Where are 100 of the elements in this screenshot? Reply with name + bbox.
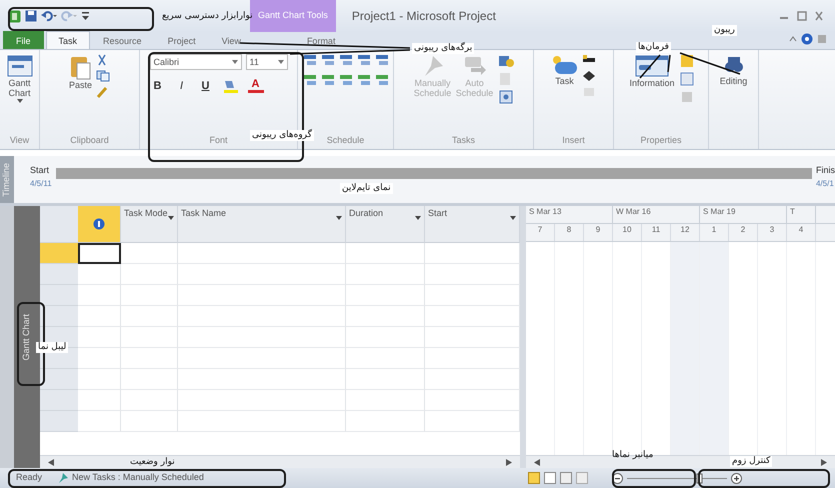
note-icon[interactable] (680, 54, 694, 68)
horizontal-scrollbar[interactable] (40, 455, 520, 468)
close-icon[interactable] (815, 11, 823, 21)
timeline-add-icon[interactable] (680, 90, 694, 104)
table-cell[interactable] (78, 243, 121, 264)
scroll-left-icon[interactable] (534, 458, 540, 466)
resource-sheet-icon[interactable] (576, 472, 588, 484)
timescale-day: 4 (787, 224, 816, 241)
column-header[interactable] (78, 206, 121, 243)
annotation-label: نوارابزار دسترسی سریع (161, 11, 254, 22)
annotation-tooltip: فرمان‌ها (636, 42, 671, 53)
timescale-day: 3 (758, 224, 787, 241)
scroll-left-icon[interactable] (48, 458, 54, 466)
timescale-day: 7 (526, 224, 555, 241)
column-header[interactable]: Start (428, 208, 448, 240)
question-icon[interactable] (498, 90, 514, 104)
window-title: Project1 - Microsoft Project (352, 8, 497, 25)
undo-icon[interactable] (41, 10, 57, 22)
bold-button[interactable]: B (150, 78, 166, 94)
timescale-week: W Mar 16 (613, 206, 700, 223)
timeline-start-label: Start (30, 164, 50, 177)
annotation-tooltip: برگه‌های ریبونی (412, 43, 474, 54)
milestone-icon[interactable] (582, 70, 596, 82)
annotation-tooltip: گروه‌های ریبونی (250, 130, 314, 141)
ribbon-tab[interactable]: View (208, 31, 254, 49)
fill-color-icon[interactable] (222, 79, 240, 94)
group-label: Properties (640, 134, 682, 144)
view-label[interactable]: Gantt Chart (20, 314, 34, 360)
customize-icon[interactable] (81, 11, 90, 21)
zoom-slider-icon[interactable] (626, 472, 727, 484)
collapse-ribbon-icon[interactable] (789, 35, 797, 43)
options-icon[interactable] (817, 34, 827, 44)
timescale-day: 11 (642, 224, 671, 241)
editing-button[interactable]: Editing (720, 76, 748, 86)
copy-icon[interactable] (96, 70, 110, 82)
annotation-tooltip: کنترل زوم (730, 456, 772, 467)
scroll-right-icon[interactable] (821, 458, 827, 466)
dropdown-icon[interactable] (168, 216, 174, 220)
timeline-start-date: 4/5/11 (30, 178, 52, 190)
pin-icon (58, 473, 68, 483)
link-task-icon[interactable] (302, 74, 316, 86)
font-size-field[interactable]: 11 (246, 54, 288, 70)
status-text: Ready (16, 471, 42, 484)
brush-icon[interactable] (96, 86, 108, 98)
help-icon[interactable] (801, 33, 813, 45)
row-header[interactable] (40, 306, 78, 327)
task-path-icon[interactable] (498, 54, 514, 68)
scroll-right-icon[interactable] (506, 458, 512, 466)
ribbon-tab[interactable]: Format (294, 31, 348, 49)
information-button[interactable]: Information (628, 78, 676, 88)
annotation-label: میانبر نماها (611, 450, 654, 461)
timescale-day: 9 (584, 224, 613, 241)
info-window-icon[interactable] (635, 54, 669, 78)
font-name-value: Calibri (154, 56, 180, 68)
group-label: Tasks (452, 134, 475, 144)
underline-button[interactable]: U (198, 78, 214, 94)
arrow-box-icon (462, 54, 486, 78)
zoom-in-icon[interactable] (730, 472, 742, 484)
task-button[interactable]: Task (555, 76, 574, 86)
timescale-week: T (787, 206, 816, 223)
caret-icon[interactable] (278, 60, 284, 64)
ribbon-tab[interactable]: Resource (90, 31, 155, 49)
row-header[interactable] (40, 369, 78, 390)
ribbon-tab[interactable]: Task (46, 31, 90, 49)
timescale-day: 1 (700, 224, 729, 241)
font-size-value: 11 (250, 56, 259, 68)
group-label: Insert (562, 134, 585, 144)
group-label: Clipboard (70, 134, 109, 144)
save-icon[interactable] (25, 10, 37, 22)
maximize-icon[interactable] (797, 11, 807, 21)
team-planner-icon[interactable] (560, 472, 572, 484)
gantt-view-icon[interactable] (528, 472, 540, 484)
task-mode-status[interactable]: New Tasks : Manually Scheduled (72, 471, 204, 485)
outdent-task-icon[interactable] (302, 54, 316, 66)
timescale-day: 8 (555, 224, 584, 241)
caret-icon[interactable] (232, 60, 238, 64)
ribbon-tab[interactable]: Project (154, 31, 209, 49)
leader-line (680, 52, 740, 75)
italic-button[interactable]: I (174, 78, 190, 94)
file-tab[interactable]: File (3, 31, 44, 49)
info-icon (93, 218, 105, 230)
timescale-week: S Mar 19 (700, 206, 787, 223)
dropdown-icon[interactable] (415, 216, 421, 220)
timescale-day: 12 (671, 224, 700, 241)
font-color-button[interactable]: A (248, 79, 264, 94)
font-name-field[interactable]: Calibri (150, 54, 242, 70)
dropdown-icon[interactable] (336, 216, 342, 220)
annotation-tooltip: نمای تایم‌لاین (340, 183, 393, 194)
annotation-tooltip: لیبل نما (36, 342, 68, 353)
paste-button[interactable]: Paste (68, 80, 92, 90)
annotation-tooltip: ریبون (712, 25, 737, 36)
gantt-view-icon[interactable] (6, 54, 32, 78)
task-usage-icon[interactable] (544, 472, 556, 484)
dropdown-icon[interactable] (510, 216, 516, 220)
scissors-icon[interactable] (96, 54, 108, 66)
timescale-day: 2 (729, 224, 758, 241)
group-label: Schedule (326, 134, 364, 144)
caret-icon[interactable] (16, 98, 22, 103)
clipboard-icon[interactable] (69, 54, 92, 80)
gantt-chart-button[interactable]: Gantt Chart (4, 78, 34, 99)
